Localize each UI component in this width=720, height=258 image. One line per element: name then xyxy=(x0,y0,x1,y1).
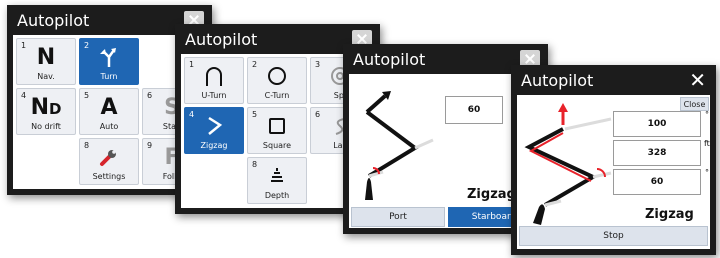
distance-value-field[interactable]: 328 xyxy=(613,140,701,166)
stop-button[interactable]: Stop xyxy=(519,226,708,246)
dialog-title-bar: Autopilot ✕ xyxy=(517,65,710,95)
circle-icon xyxy=(248,64,306,88)
unit-degree: ° xyxy=(705,110,709,119)
dialog-title: Autopilot xyxy=(353,49,426,69)
tile-u-turn[interactable]: 1 U-Turn xyxy=(184,57,244,104)
pattern-name: Zigzag xyxy=(645,207,694,222)
wrench-icon xyxy=(80,145,138,169)
nav-mode-icon: N xyxy=(36,44,56,70)
unit-feet: ft xyxy=(704,139,710,148)
tile-square[interactable]: 5 Square xyxy=(247,107,307,154)
tile-nav[interactable]: 1 N Nav. xyxy=(16,38,76,85)
tile-turn[interactable]: 2 Turn xyxy=(79,38,139,85)
tile-auto[interactable]: 5 A Auto xyxy=(79,88,139,135)
dialog-title: Autopilot xyxy=(17,10,90,30)
dialog-title: Autopilot xyxy=(185,29,258,49)
port-button[interactable]: Port xyxy=(351,207,445,227)
tile-depth[interactable]: 8 Depth xyxy=(247,157,307,204)
close-icon[interactable]: ✕ xyxy=(689,68,706,92)
tile-empty xyxy=(184,157,244,204)
unit-degree: ° xyxy=(705,168,709,177)
no-drift-icon: ND xyxy=(30,94,62,120)
angle-value-field[interactable]: 60 xyxy=(445,96,503,124)
dialog-title: Autopilot xyxy=(521,70,594,90)
turn-icon xyxy=(80,45,138,69)
tile-c-turn[interactable]: 2 C-Turn xyxy=(247,57,307,104)
close-button[interactable]: Close xyxy=(680,97,709,111)
tile-empty xyxy=(16,138,76,185)
tile-zigzag[interactable]: 4 Zigzag xyxy=(184,107,244,154)
angle-value-field[interactable]: 100 xyxy=(613,111,701,137)
zigzag-track-diagram xyxy=(524,103,612,225)
turn-angle-field[interactable]: 60 xyxy=(613,169,701,195)
auto-mode-icon: A xyxy=(100,94,118,120)
square-icon xyxy=(248,114,306,138)
zigzag-icon xyxy=(185,114,243,138)
pattern-name: Zigzag xyxy=(467,187,516,202)
u-turn-icon xyxy=(185,64,243,88)
tile-settings[interactable]: 8 Settings xyxy=(79,138,139,185)
depth-icon xyxy=(248,164,306,188)
autopilot-dialog-zigzag-active: Autopilot ✕ Close 100 ° 328 ft 60 ° Zigz… xyxy=(511,65,716,255)
tile-no-drift[interactable]: 4 ND No drift xyxy=(16,88,76,135)
